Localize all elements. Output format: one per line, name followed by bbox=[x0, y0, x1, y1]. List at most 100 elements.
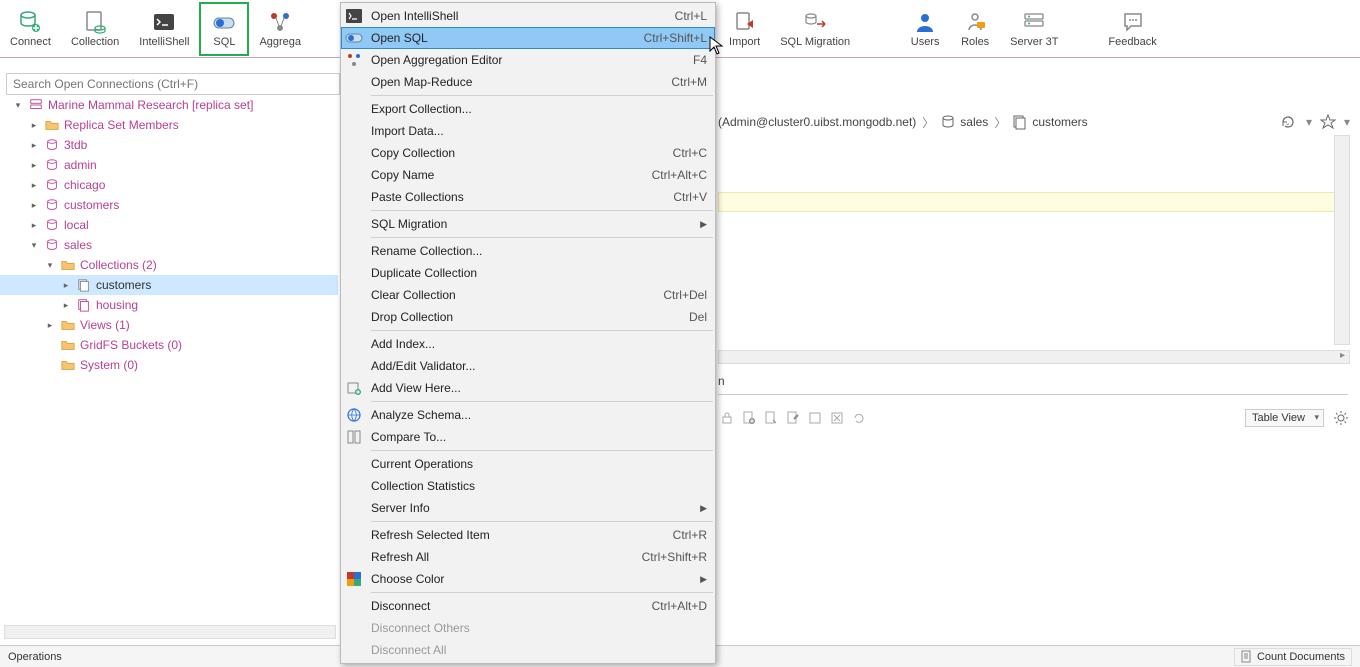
tree-item-customers[interactable]: ▸customers bbox=[0, 275, 338, 295]
nodes-icon bbox=[343, 51, 365, 69]
menu-refresh-selected[interactable]: Refresh Selected ItemCtrl+R bbox=[341, 524, 715, 546]
menu-export-collection[interactable]: Export Collection... bbox=[341, 98, 715, 120]
add-document-icon[interactable] bbox=[740, 409, 758, 427]
menu-add-view[interactable]: Add View Here... bbox=[341, 377, 715, 399]
breadcrumb-collection[interactable]: customers bbox=[1032, 115, 1087, 129]
tree-item[interactable]: ▸Views (1) bbox=[0, 315, 338, 335]
tree-horizontal-scrollbar[interactable] bbox=[4, 625, 336, 639]
tree-item[interactable]: ▾Collections (2) bbox=[0, 255, 338, 275]
menu-shortcut: Ctrl+V bbox=[673, 190, 707, 204]
view-mode-dropdown[interactable]: Table View bbox=[1245, 409, 1324, 427]
menu-label: Paste Collections bbox=[365, 190, 673, 204]
menu-choose-color[interactable]: Choose Color▶ bbox=[341, 568, 715, 590]
sql-migration-button[interactable]: SQL Migration bbox=[770, 2, 860, 56]
tree-item[interactable]: ▸local bbox=[0, 215, 338, 235]
menu-open-intellishell[interactable]: Open IntelliShellCtrl+L bbox=[341, 5, 715, 27]
users-button[interactable]: Users bbox=[900, 2, 950, 56]
tree-item[interactable]: ▾sales bbox=[0, 235, 338, 255]
refresh-icon[interactable] bbox=[850, 409, 868, 427]
menu-add-validator[interactable]: Add/Edit Validator... bbox=[341, 355, 715, 377]
import-icon bbox=[733, 10, 757, 34]
tree-item[interactable]: ▸admin bbox=[0, 155, 338, 175]
star-icon[interactable] bbox=[1320, 114, 1336, 130]
nodes-icon bbox=[268, 10, 292, 34]
menu-sql-migration[interactable]: SQL Migration▶ bbox=[341, 213, 715, 235]
menu-label: Open IntelliShell bbox=[365, 9, 675, 23]
tree-item[interactable]: ▸3tdb bbox=[0, 135, 338, 155]
menu-copy-name[interactable]: Copy NameCtrl+Alt+C bbox=[341, 164, 715, 186]
toolbar-label: Users bbox=[911, 36, 940, 48]
aggregate-button[interactable]: Aggrega bbox=[249, 2, 311, 56]
edit-document-icon[interactable] bbox=[784, 409, 802, 427]
menu-analyze-schema[interactable]: Analyze Schema... bbox=[341, 404, 715, 426]
database-icon bbox=[44, 177, 60, 193]
menu-label: Import Data... bbox=[365, 124, 707, 138]
tree-item[interactable]: ▸Replica Set Members bbox=[0, 115, 338, 135]
menu-paste-collections[interactable]: Paste CollectionsCtrl+V bbox=[341, 186, 715, 208]
menu-rename-collection[interactable]: Rename Collection... bbox=[341, 240, 715, 262]
menu-open-aggregation[interactable]: Open Aggregation EditorF4 bbox=[341, 49, 715, 71]
tree-label: 3tdb bbox=[64, 138, 87, 152]
menu-open-mapreduce[interactable]: Open Map-ReduceCtrl+M bbox=[341, 71, 715, 93]
menu-drop-collection[interactable]: Drop CollectionDel bbox=[341, 306, 715, 328]
folder-icon bbox=[44, 117, 60, 133]
tree-root[interactable]: ▾Marine Mammal Research [replica set] bbox=[0, 95, 338, 115]
menu-copy-collection[interactable]: Copy CollectionCtrl+C bbox=[341, 142, 715, 164]
menu-separator bbox=[371, 521, 713, 522]
menu-label: Refresh All bbox=[365, 550, 642, 564]
server-3t-button[interactable]: Server 3T bbox=[1000, 2, 1068, 56]
tree-item[interactable]: System (0) bbox=[0, 355, 338, 375]
database-icon bbox=[44, 137, 60, 153]
menu-label: Refresh Selected Item bbox=[365, 528, 673, 542]
update-icon[interactable] bbox=[806, 409, 824, 427]
feedback-button[interactable]: Feedback bbox=[1098, 2, 1166, 56]
refresh-dropdown-icon[interactable] bbox=[1280, 114, 1298, 130]
tree-item[interactable]: ▸customers bbox=[0, 195, 338, 215]
menu-duplicate-collection[interactable]: Duplicate Collection bbox=[341, 262, 715, 284]
operations-label[interactable]: Operations bbox=[8, 651, 62, 663]
count-documents-button[interactable]: Count Documents bbox=[1234, 648, 1352, 666]
gear-icon[interactable] bbox=[1332, 409, 1350, 427]
menu-refresh-all[interactable]: Refresh AllCtrl+Shift+R bbox=[341, 546, 715, 568]
tree-label: Replica Set Members bbox=[64, 118, 179, 132]
server-icon bbox=[1022, 10, 1046, 34]
folder-icon bbox=[60, 257, 76, 273]
menu-clear-collection[interactable]: Clear CollectionCtrl+Del bbox=[341, 284, 715, 306]
breadcrumb-database[interactable]: sales bbox=[960, 115, 988, 129]
intellishell-button[interactable]: IntelliShell bbox=[129, 2, 199, 56]
divider bbox=[718, 394, 1348, 395]
menu-compare-to[interactable]: Compare To... bbox=[341, 426, 715, 448]
menu-label: Copy Collection bbox=[365, 146, 673, 160]
database-icon bbox=[940, 114, 956, 130]
tree-item[interactable]: ▸housing bbox=[0, 295, 338, 315]
menu-open-sql[interactable]: Open SQLCtrl+Shift+L bbox=[341, 27, 715, 49]
menu-separator bbox=[371, 330, 713, 331]
menu-disconnect[interactable]: DisconnectCtrl+Alt+D bbox=[341, 595, 715, 617]
breadcrumb-connection[interactable]: (Admin@cluster0.uibst.mongodb.net) bbox=[718, 115, 916, 129]
sql-button[interactable]: SQL bbox=[199, 2, 249, 56]
tree-item[interactable]: ▸chicago bbox=[0, 175, 338, 195]
menu-collection-statistics[interactable]: Collection Statistics bbox=[341, 475, 715, 497]
terminal-icon bbox=[152, 10, 176, 34]
menu-server-info[interactable]: Server Info▶ bbox=[341, 497, 715, 519]
connect-button[interactable]: Connect bbox=[0, 2, 61, 56]
editor-partial-text: n bbox=[718, 374, 725, 388]
search-input[interactable] bbox=[6, 73, 340, 95]
horizontal-scrollbar[interactable]: ▸ bbox=[718, 350, 1350, 364]
sql-toggle-icon bbox=[343, 29, 365, 47]
view-document-icon[interactable] bbox=[762, 409, 780, 427]
vertical-scrollbar[interactable] bbox=[1334, 135, 1350, 345]
collection-button[interactable]: Collection bbox=[61, 2, 129, 56]
folder-icon bbox=[60, 357, 76, 373]
lock-icon[interactable] bbox=[718, 409, 736, 427]
menu-add-index[interactable]: Add Index... bbox=[341, 333, 715, 355]
menu-shortcut: Ctrl+M bbox=[671, 75, 707, 89]
count-label: Count Documents bbox=[1257, 651, 1345, 663]
roles-button[interactable]: Roles bbox=[950, 2, 1000, 56]
menu-label: Open SQL bbox=[365, 31, 644, 45]
import-button[interactable]: Import bbox=[719, 2, 770, 56]
delete-icon[interactable] bbox=[828, 409, 846, 427]
tree-item[interactable]: GridFS Buckets (0) bbox=[0, 335, 338, 355]
menu-import-data[interactable]: Import Data... bbox=[341, 120, 715, 142]
menu-current-operations[interactable]: Current Operations bbox=[341, 453, 715, 475]
